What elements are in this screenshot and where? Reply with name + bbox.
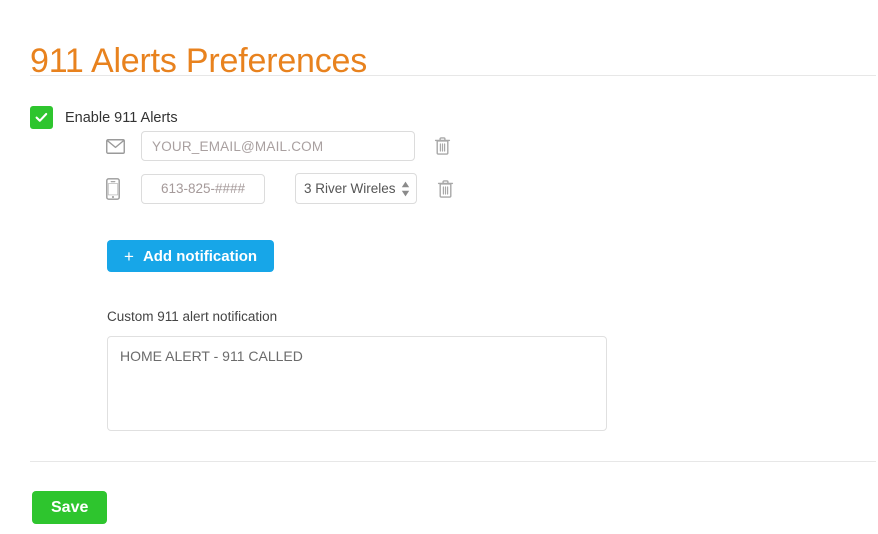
phone-number-input[interactable] xyxy=(141,173,265,204)
carrier-select[interactable]: 3 River Wireles xyxy=(295,173,417,204)
notification-row-sms: 3 River Wireles xyxy=(106,173,455,204)
add-notification-label: Add notification xyxy=(142,247,258,265)
plus-icon: + xyxy=(124,246,134,266)
custom-message-textarea[interactable] xyxy=(107,336,607,431)
check-icon xyxy=(35,112,48,122)
page-title: 911 Alerts Preferences xyxy=(30,41,368,80)
delete-email-notification-button[interactable] xyxy=(432,134,452,158)
trash-icon xyxy=(437,179,453,198)
enable-911-alerts-row[interactable]: Enable 911 Alerts xyxy=(30,106,178,129)
delete-sms-notification-button[interactable] xyxy=(435,177,455,201)
trash-icon xyxy=(434,137,450,155)
divider-bottom xyxy=(30,461,876,462)
notification-row-email xyxy=(106,131,452,161)
enable-911-alerts-label: Enable 911 Alerts xyxy=(65,109,178,126)
enable-911-alerts-checkbox[interactable] xyxy=(30,106,53,129)
add-notification-button[interactable]: + Add notification xyxy=(107,240,275,272)
custom-message-label: Custom 911 alert notification xyxy=(107,309,278,324)
mobile-phone-icon xyxy=(106,177,128,200)
divider-top xyxy=(30,75,876,76)
envelope-icon xyxy=(106,138,128,154)
carrier-select-wrapper[interactable]: 3 River Wireles xyxy=(295,173,417,204)
email-input[interactable] xyxy=(141,131,415,161)
save-button[interactable]: Save xyxy=(32,491,108,524)
